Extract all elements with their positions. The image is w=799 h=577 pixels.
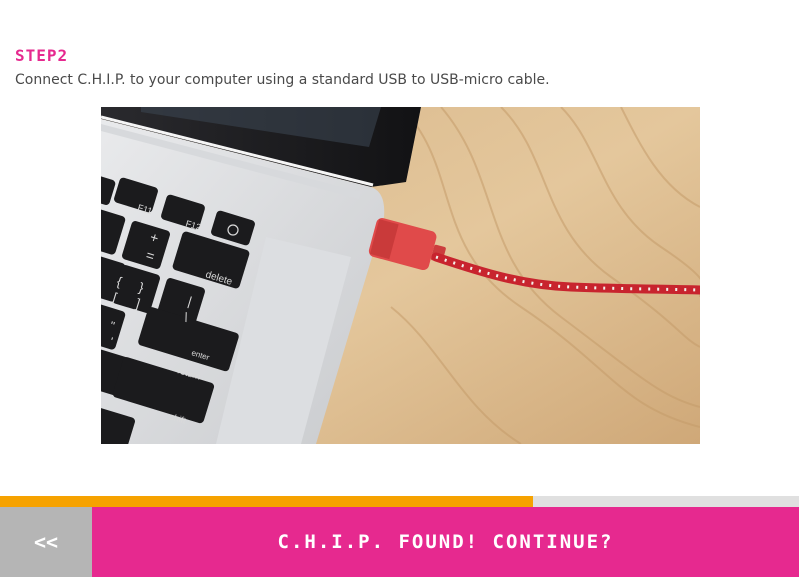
laptop-usb-photo: F11 F12 + = delete { [ } ] | \ " ' enter… — [101, 107, 700, 444]
continue-button[interactable]: C.H.I.P. FOUND! CONTINUE? — [92, 507, 799, 577]
progress-bar — [0, 496, 799, 507]
step-description: Connect C.H.I.P. to your computer using … — [15, 72, 550, 88]
progress-bar-fill — [0, 496, 533, 507]
back-button[interactable]: << — [0, 507, 92, 577]
bottom-nav: << C.H.I.P. FOUND! CONTINUE? — [0, 507, 799, 577]
step-title: STEP2 — [15, 46, 69, 65]
